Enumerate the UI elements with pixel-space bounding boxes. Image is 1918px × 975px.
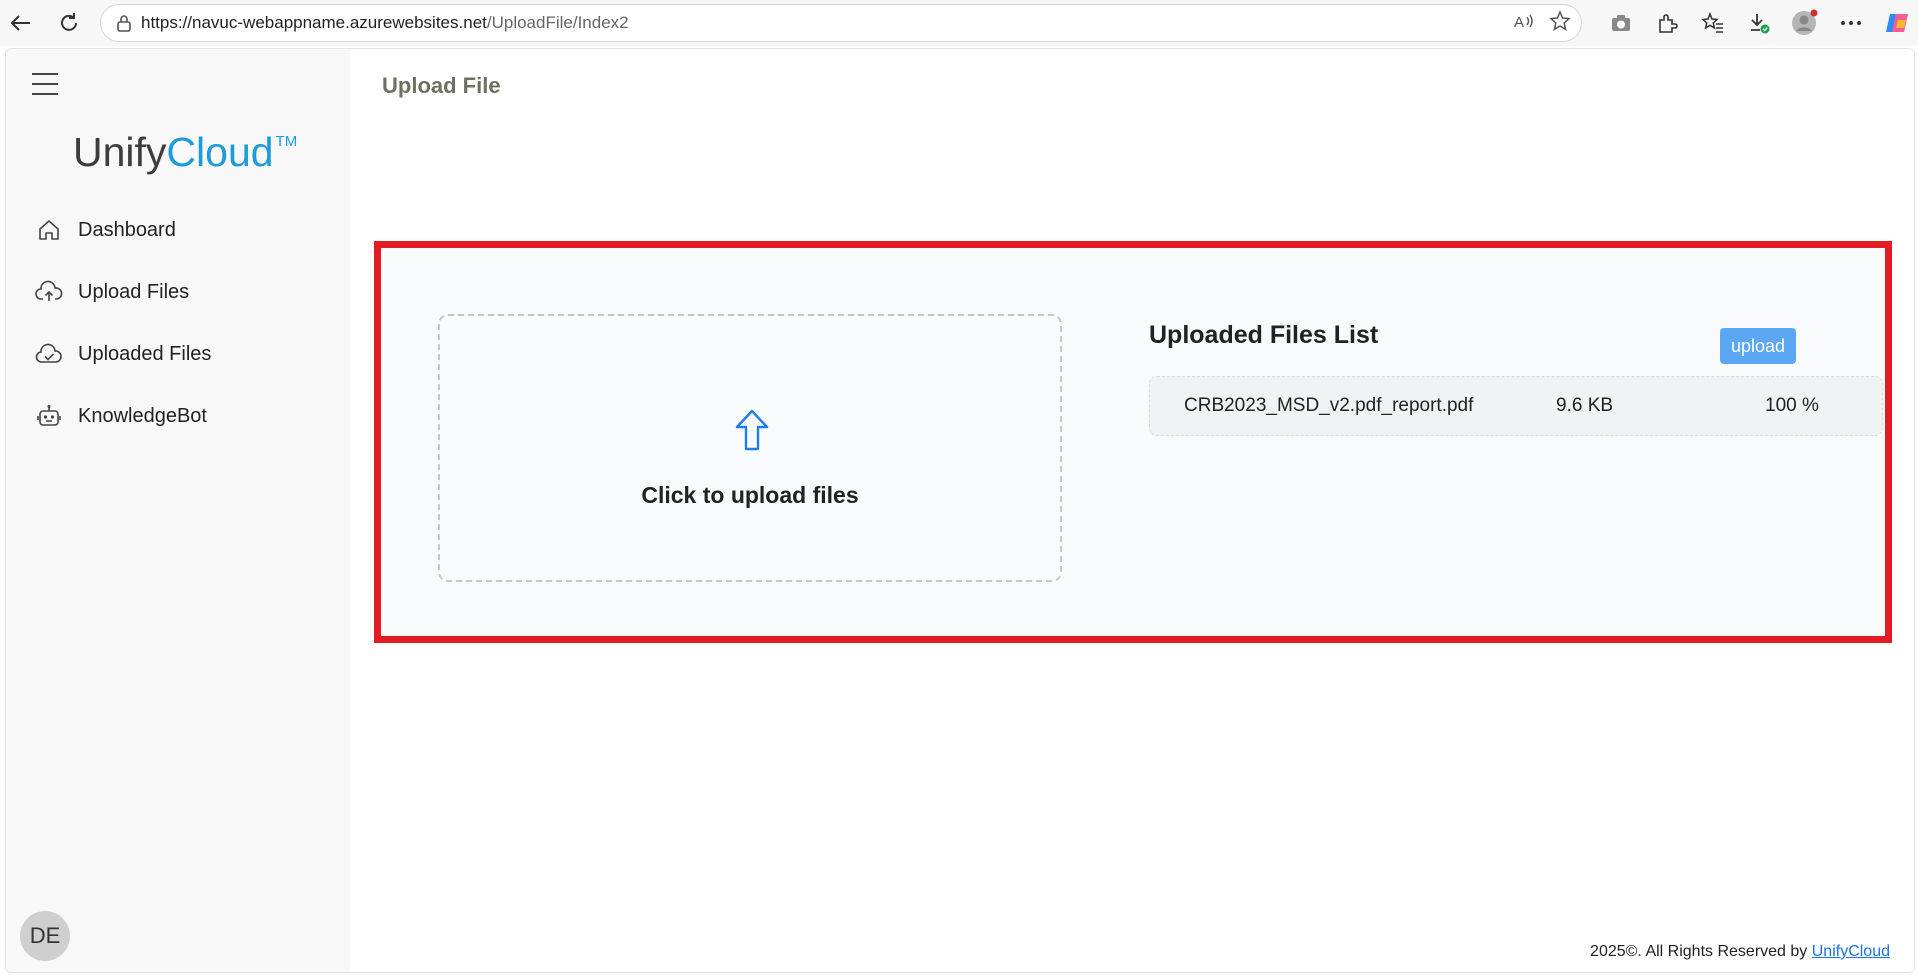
footer-link[interactable]: UnifyCloud — [1812, 943, 1890, 960]
footer: 2025©. All Rights Reserved by UnifyCloud — [1590, 943, 1890, 961]
sidebar-item-label: Upload Files — [78, 280, 190, 303]
cloud-upload-icon — [32, 275, 66, 309]
address-bar[interactable]: https://navuc-webappname.azurewebsites.n… — [100, 4, 1582, 42]
avatar[interactable]: DE — [20, 911, 70, 961]
upload-dropzone[interactable]: Click to upload files — [438, 314, 1062, 582]
file-progress: 100 % — [1765, 395, 1819, 416]
favorites-icon[interactable] — [1696, 6, 1730, 40]
page-title: Upload File — [382, 73, 501, 98]
sidebar: UnifyCloud TM Dashboard Upload Files Uplo… — [6, 49, 350, 972]
profile-icon[interactable] — [1788, 6, 1822, 40]
sidebar-item-dashboard[interactable]: Dashboard — [6, 199, 350, 261]
extensions-icon[interactable] — [1650, 6, 1684, 40]
sidebar-item-label: KnowledgeBot — [78, 404, 207, 427]
upload-arrow-icon — [735, 409, 769, 451]
sidebar-item-upload-files[interactable]: Upload Files — [6, 261, 350, 323]
main-content: Upload File Click to upload files Upload… — [350, 49, 1914, 972]
brand-logo: UnifyCloud TM — [73, 129, 297, 176]
app-frame: UnifyCloud TM Dashboard Upload Files Uplo… — [5, 48, 1915, 973]
upload-button[interactable]: upload — [1720, 328, 1796, 364]
svg-text:A: A — [1514, 14, 1524, 31]
sidebar-item-label: Uploaded Files — [78, 342, 212, 365]
sidebar-item-knowledgebot[interactable]: KnowledgeBot — [6, 385, 350, 447]
cloud-check-icon — [32, 337, 66, 371]
hamburger-menu-icon[interactable] — [32, 73, 58, 95]
back-icon[interactable] — [4, 6, 38, 40]
robot-icon — [32, 399, 66, 433]
downloads-icon[interactable] — [1742, 6, 1776, 40]
screenshot-icon[interactable] — [1604, 6, 1638, 40]
upload-panel: Click to upload files Uploaded Files Lis… — [374, 241, 1892, 643]
file-size: 9.6 KB — [1556, 395, 1614, 416]
lock-icon[interactable] — [107, 14, 141, 32]
file-name: CRB2023_MSD_v2.pdf_report.pdf — [1184, 395, 1474, 416]
brand-part2: Cloud — [166, 129, 274, 175]
browser-toolbar: https://navuc-webappname.azurewebsites.n… — [0, 0, 1918, 46]
copilot-icon[interactable] — [1880, 6, 1914, 40]
url-text[interactable]: https://navuc-webappname.azurewebsites.n… — [141, 13, 629, 33]
sidebar-item-label: Dashboard — [78, 218, 176, 241]
sidebar-nav: Dashboard Upload Files Uploaded Files Kn… — [6, 199, 350, 447]
read-aloud-icon[interactable]: A — [1513, 11, 1535, 36]
brand-tm: TM — [275, 133, 298, 150]
home-icon — [32, 213, 66, 247]
sidebar-item-uploaded-files[interactable]: Uploaded Files — [6, 323, 350, 385]
uploaded-files-list-title: Uploaded Files List — [1149, 321, 1379, 349]
list-item: CRB2023_MSD_v2.pdf_report.pdf 9.6 KB 100… — [1149, 376, 1883, 436]
more-icon[interactable] — [1834, 6, 1868, 40]
dropzone-label: Click to upload files — [641, 482, 859, 508]
footer-text: 2025©. All Rights Reserved by — [1590, 943, 1808, 960]
url-path: /UploadFile/Index2 — [486, 13, 629, 32]
refresh-icon[interactable] — [52, 6, 86, 40]
favorite-star-icon[interactable] — [1549, 9, 1571, 37]
brand-part1: Unify — [73, 129, 167, 175]
url-host: https://navuc-webappname.azurewebsites.n… — [141, 13, 487, 32]
